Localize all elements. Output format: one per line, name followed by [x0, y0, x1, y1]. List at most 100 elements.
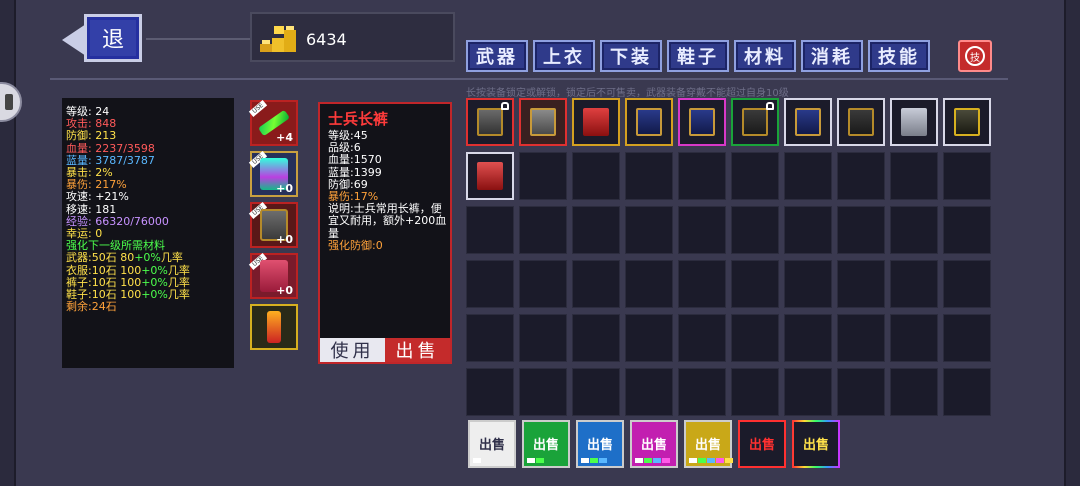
- sell-white-button[interactable]: 出售: [468, 420, 516, 468]
- inventory-slot-empty[interactable]: [890, 206, 938, 254]
- inventory-slot-empty[interactable]: [572, 314, 620, 362]
- equipped-armor[interactable]: USE +0: [248, 151, 298, 197]
- sell-button[interactable]: 出售: [385, 338, 450, 362]
- inventory-slot-empty[interactable]: [572, 260, 620, 308]
- sell-purple-button[interactable]: 出售: [630, 420, 678, 468]
- tab-bottom[interactable]: 下装: [600, 40, 662, 72]
- inventory-slot-empty[interactable]: [784, 260, 832, 308]
- inventory-slot-empty[interactable]: [943, 152, 991, 200]
- equipped-weapon[interactable]: USE +4: [248, 100, 298, 146]
- inventory-slot-empty[interactable]: [678, 152, 726, 200]
- inventory-slot-empty[interactable]: [731, 314, 779, 362]
- inventory-slot-empty[interactable]: [572, 368, 620, 416]
- enhance-level: +4: [276, 131, 293, 144]
- inventory-slot[interactable]: [943, 98, 991, 146]
- inventory-slot-empty[interactable]: [572, 206, 620, 254]
- sell-rainbow-button[interactable]: 出售: [792, 420, 840, 468]
- tab-divider: [50, 78, 1008, 80]
- inventory-slot-empty[interactable]: [837, 314, 885, 362]
- rarity-dot: [527, 458, 535, 463]
- inventory-slot-empty[interactable]: [678, 260, 726, 308]
- tab-shoes[interactable]: 鞋子: [667, 40, 729, 72]
- inventory-slot-empty[interactable]: [943, 368, 991, 416]
- rarity-dot: [644, 458, 652, 463]
- inventory-slot-empty[interactable]: [890, 314, 938, 362]
- inventory-slot-empty[interactable]: [837, 368, 885, 416]
- equipped-boots[interactable]: USE +0: [248, 253, 298, 299]
- inventory-slot-empty[interactable]: [625, 260, 673, 308]
- tab-skills[interactable]: 技能: [868, 40, 930, 72]
- back-button[interactable]: 退: [84, 14, 142, 62]
- inventory-slot-empty[interactable]: [678, 206, 726, 254]
- back-control[interactable]: 退: [62, 14, 316, 64]
- inventory-slot-empty[interactable]: [466, 260, 514, 308]
- inventory-slot-empty[interactable]: [519, 152, 567, 200]
- enhance-weapon-bonus: +0%: [134, 251, 161, 265]
- inventory-slot-empty[interactable]: [466, 314, 514, 362]
- inventory-slot-empty[interactable]: [731, 206, 779, 254]
- rarity-dot: [689, 458, 697, 463]
- inventory-slot[interactable]: [837, 98, 885, 146]
- inventory-slot[interactable]: [678, 98, 726, 146]
- inventory-slot[interactable]: [625, 98, 673, 146]
- inventory-slot-empty[interactable]: [519, 260, 567, 308]
- inventory-grid: [466, 98, 991, 416]
- red-skirt-icon: [477, 162, 503, 190]
- inventory-slot-empty[interactable]: [837, 152, 885, 200]
- inventory-slot-empty[interactable]: [837, 206, 885, 254]
- enhance-clothes-rate: 几率: [167, 263, 190, 277]
- inventory-slot-empty[interactable]: [943, 206, 991, 254]
- skill-close-button[interactable]: 技: [958, 40, 992, 72]
- inventory-slot-empty[interactable]: [678, 314, 726, 362]
- sell-red-button[interactable]: 出售: [738, 420, 786, 468]
- inventory-slot[interactable]: [519, 98, 567, 146]
- inventory-slot-empty[interactable]: [890, 152, 938, 200]
- inventory-slot-empty[interactable]: [784, 206, 832, 254]
- inventory-slot-empty[interactable]: [678, 368, 726, 416]
- inventory-slot-empty[interactable]: [837, 260, 885, 308]
- inventory-slot[interactable]: [890, 98, 938, 146]
- inventory-slot-empty[interactable]: [625, 368, 673, 416]
- inventory-slot-empty[interactable]: [519, 368, 567, 416]
- sell-green-button[interactable]: 出售: [522, 420, 570, 468]
- inventory-slot[interactable]: [731, 98, 779, 146]
- tab-consumables[interactable]: 消耗: [801, 40, 863, 72]
- inventory-slot-empty[interactable]: [890, 368, 938, 416]
- sell-gold-button[interactable]: 出售: [684, 420, 733, 468]
- use-button[interactable]: 使用: [320, 338, 385, 362]
- tab-materials[interactable]: 材料: [734, 40, 796, 72]
- equipped-pants[interactable]: USE +0: [248, 202, 298, 248]
- inventory-slot-empty[interactable]: [784, 314, 832, 362]
- red-skirt-icon: [583, 108, 609, 136]
- category-tabs: 武器 上衣 下装 鞋子 材料 消耗 技能: [466, 40, 930, 72]
- inventory-slot-empty[interactable]: [731, 260, 779, 308]
- inventory-slot-empty[interactable]: [943, 260, 991, 308]
- inventory-slot-empty[interactable]: [731, 368, 779, 416]
- inventory-slot[interactable]: [466, 152, 514, 200]
- inventory-slot-empty[interactable]: [890, 260, 938, 308]
- item-description: 说明:士兵常用长裤，便宜又耐用，额外+200血量: [328, 202, 447, 240]
- inventory-slot-empty[interactable]: [731, 152, 779, 200]
- inventory-slot-empty[interactable]: [784, 368, 832, 416]
- inventory-slot-empty[interactable]: [466, 206, 514, 254]
- tab-weapon[interactable]: 武器: [466, 40, 528, 72]
- tab-top[interactable]: 上衣: [533, 40, 595, 72]
- rarity-dot: [707, 458, 715, 463]
- pants-icon: [636, 108, 662, 136]
- sell-blue-button[interactable]: 出售: [576, 420, 624, 468]
- inventory-slot[interactable]: [784, 98, 832, 146]
- inventory-slot[interactable]: [572, 98, 620, 146]
- rarity-dot: [725, 458, 733, 463]
- inventory-slot-empty[interactable]: [625, 314, 673, 362]
- inventory-slot-empty[interactable]: [572, 152, 620, 200]
- inventory-slot-empty[interactable]: [625, 206, 673, 254]
- equipped-accessory[interactable]: [250, 304, 298, 350]
- inventory-slot[interactable]: [466, 98, 514, 146]
- inventory-slot-empty[interactable]: [519, 314, 567, 362]
- inventory-slot-empty[interactable]: [519, 206, 567, 254]
- inventory-slot-empty[interactable]: [466, 368, 514, 416]
- stat-atk-speed: 攻速: +21%: [66, 190, 129, 204]
- inventory-slot-empty[interactable]: [943, 314, 991, 362]
- inventory-slot-empty[interactable]: [784, 152, 832, 200]
- inventory-slot-empty[interactable]: [625, 152, 673, 200]
